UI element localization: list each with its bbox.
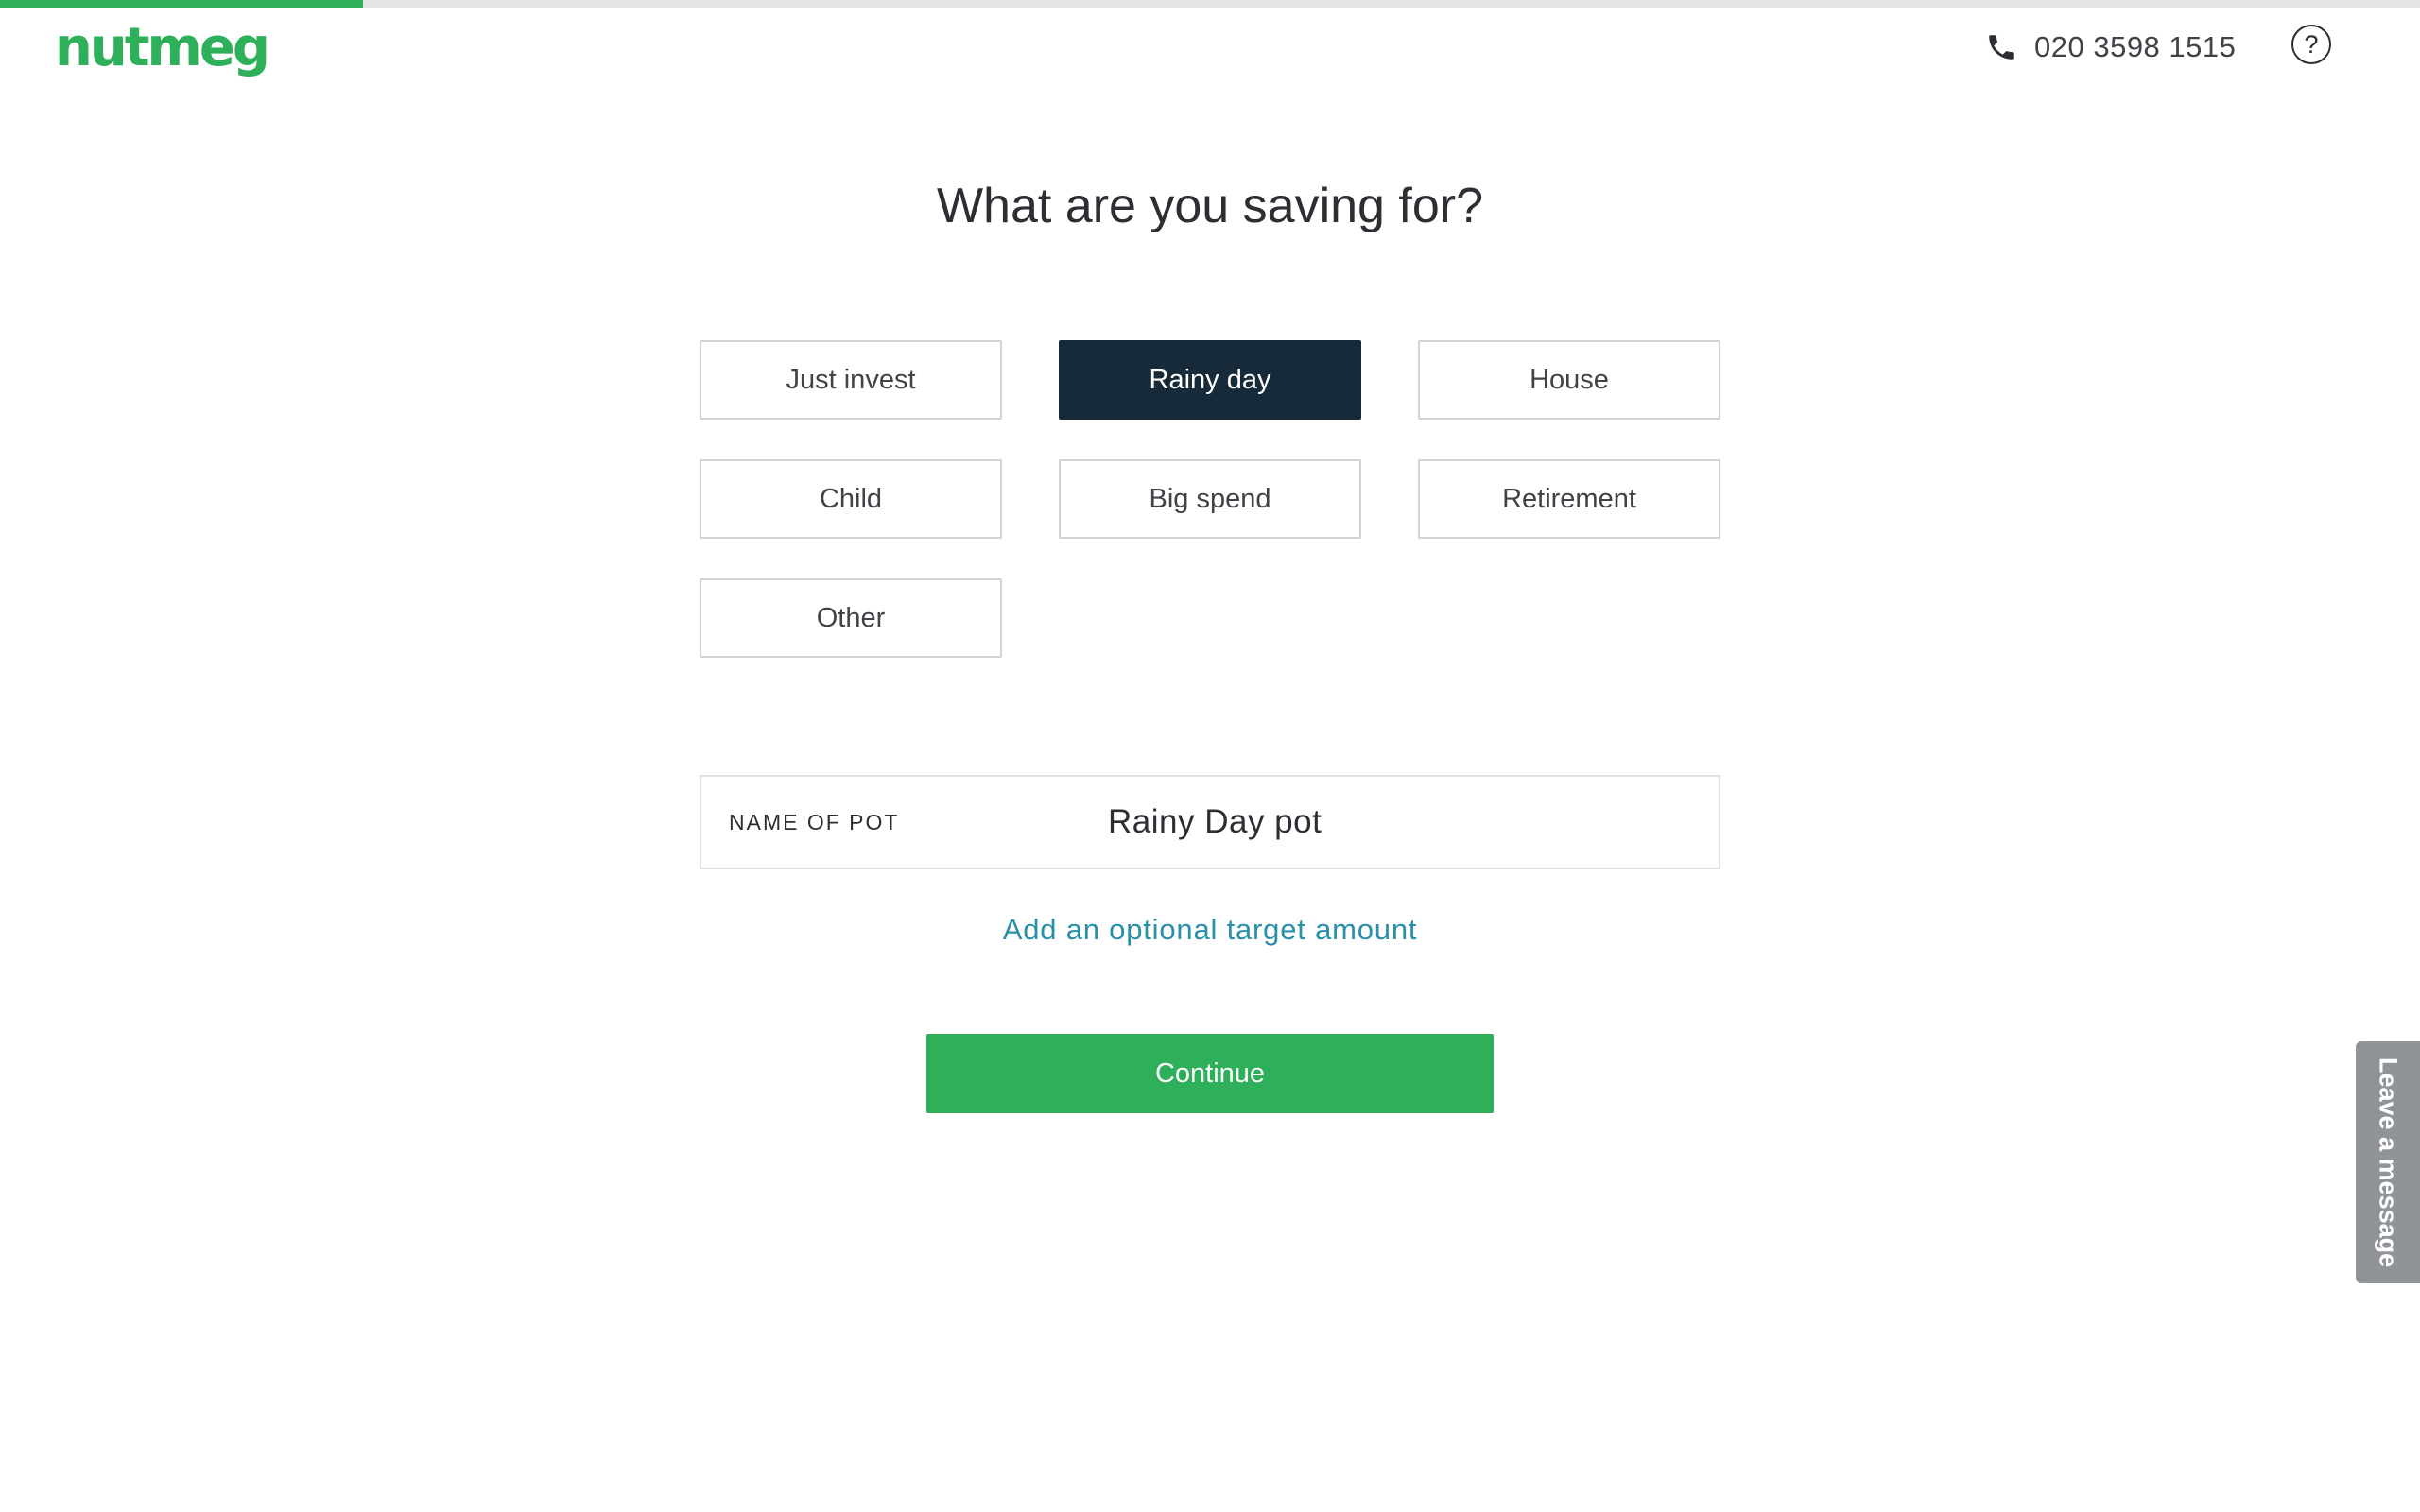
goal-rainy-day-button[interactable]: Rainy day: [1059, 340, 1361, 420]
phone-icon: [1989, 35, 2014, 60]
goal-retirement-button[interactable]: Retirement: [1418, 459, 1720, 539]
goal-just-invest-button[interactable]: Just invest: [700, 340, 1002, 420]
phone-number: 020 3598 1515: [2034, 30, 2237, 63]
pot-name-label: NAME OF POT: [729, 810, 900, 834]
progress-bar: [0, 0, 2420, 8]
pot-name-field: NAME OF POT: [700, 775, 1720, 869]
leave-message-label: Leave a message: [2374, 1057, 2403, 1268]
progress-bar-fill: [0, 0, 363, 8]
continue-button[interactable]: Continue: [926, 1034, 1494, 1113]
goal-house-button[interactable]: House: [1418, 340, 1720, 420]
nutmeg-logo[interactable]: nutmeg: [55, 15, 270, 81]
leave-message-tab[interactable]: Leave a message: [2356, 1041, 2420, 1283]
pot-name-input[interactable]: [1108, 796, 1675, 849]
goal-other-button[interactable]: Other: [700, 578, 1002, 658]
question-circle-icon[interactable]: ?: [2291, 25, 2331, 64]
goal-big-spend-button[interactable]: Big spend: [1059, 459, 1361, 539]
add-target-amount-link[interactable]: Add an optional target amount: [0, 909, 2420, 951]
goal-child-button[interactable]: Child: [700, 459, 1002, 539]
page-title: What are you saving for?: [936, 179, 1484, 233]
phone-contact[interactable]: 020 3598 1515: [1985, 23, 2236, 72]
goal-options: Just invest Rainy day House Child Big sp…: [700, 340, 1720, 658]
